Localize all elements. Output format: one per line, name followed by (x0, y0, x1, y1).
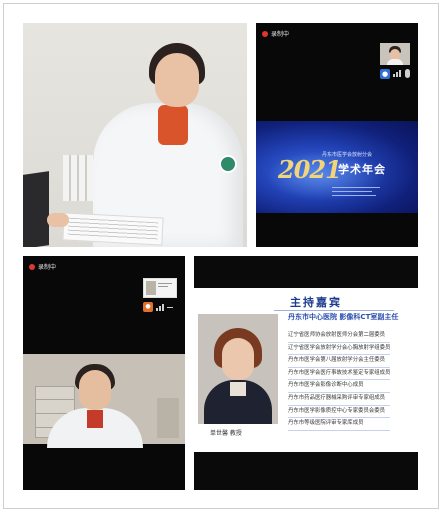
annual-meeting-slide: 丹东市医学会放射分会 2021 学术年会 (256, 121, 418, 213)
self-view-image (146, 281, 156, 295)
slide-heading: 主持嘉宾 (290, 296, 342, 309)
list-item: 丹东市医学会影像诊断中心成员 (288, 380, 391, 393)
more-icon[interactable] (167, 306, 173, 308)
signal-bars-icon (393, 70, 401, 77)
video-call-screen: 录制中 ● (23, 256, 185, 490)
slide-year: 2021 (278, 155, 342, 184)
list-item: 丹东市医学会第八届放射学分会主任委员 (288, 355, 391, 368)
face (79, 370, 111, 410)
host-portrait (198, 314, 278, 424)
slide-meta-lines (332, 187, 380, 196)
red-sweater (158, 105, 188, 145)
host-roles-list: 辽宁省医师协会放射医师分会第二届委员 辽宁省医学会放射学分会心胸放射学组委员 丹… (288, 330, 391, 431)
laptop (23, 171, 49, 247)
paper-document (62, 212, 164, 246)
signal-bars-icon (156, 303, 164, 311)
recording-label: 录制中 (38, 264, 57, 271)
face (222, 338, 254, 380)
hospital-badge-icon (219, 155, 237, 173)
list-item: 辽宁省医学会放射学分会心胸放射学组委员 (288, 343, 391, 356)
list-item: 辽宁省医师协会放射医师分会第二届委员 (288, 330, 391, 343)
list-item: 丹东市药品医疗器械采购评审专家组成员 (288, 393, 391, 406)
participant-icon[interactable]: ● (380, 69, 390, 79)
slide-title: 学术年会 (338, 163, 386, 176)
portrait-caption: 单世馨 教授 (210, 430, 242, 437)
host-position: 丹东市中心医院 影像科CT室副主任 (288, 313, 399, 321)
self-view-lines (158, 283, 172, 287)
red-sweater (87, 410, 103, 428)
heading-divider (274, 310, 394, 311)
participant-video-thumbnail[interactable] (380, 43, 410, 65)
list-item: 丹东市医学影像质控中心专家委员会委员 (288, 406, 391, 419)
face (155, 53, 199, 107)
screen-recording-presentation: 录制中 ● 丹东市医学会放射分会 2021 学术年会 (256, 23, 418, 247)
host-intro-slide: 主持嘉宾 丹东市中心医院 影像科CT室副主任 辽宁省医师协会放射医师分会第二届委… (194, 288, 418, 452)
microphone-icon[interactable] (405, 69, 410, 78)
photo-doctor-at-desk (23, 23, 247, 247)
recording-indicator: 录制中 (29, 262, 56, 271)
record-dot-icon (262, 30, 268, 37)
mute-button[interactable]: ● (143, 302, 153, 312)
self-view-thumbnail[interactable] (143, 278, 177, 298)
record-dot-icon (29, 263, 35, 270)
speaker-video (23, 354, 185, 448)
recording-indicator: 录制中 (262, 29, 289, 38)
cabinet (157, 398, 179, 438)
hand (47, 213, 69, 227)
list-item: 丹东市等级医院评审专家库成员 (288, 418, 391, 431)
call-controls: ● (143, 302, 173, 312)
host-introduction-screen: 主持嘉宾 丹东市中心医院 影像科CT室副主任 辽宁省医师协会放射医师分会第二届委… (194, 256, 418, 490)
list-item: 丹东市医学会医疗事故技术鉴定专家组成员 (288, 368, 391, 381)
collar (230, 382, 246, 396)
recording-label: 录制中 (271, 31, 290, 38)
